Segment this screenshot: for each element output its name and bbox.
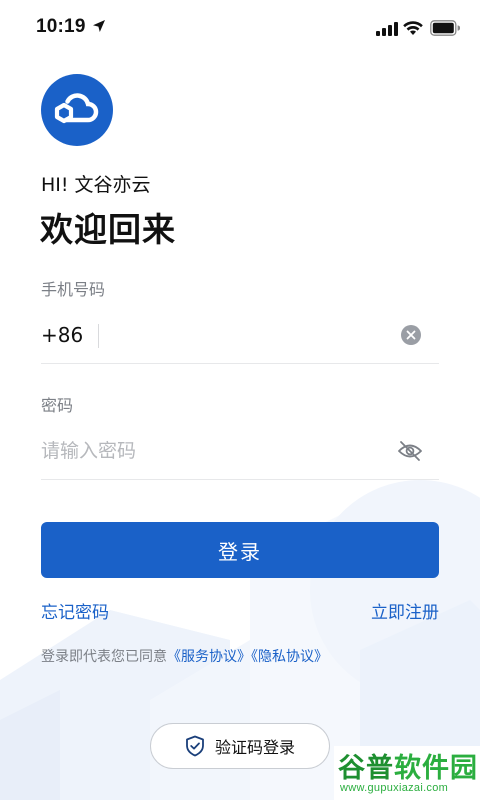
phone-label: 手机号码: [41, 280, 106, 299]
page-title: 欢迎回来: [40, 210, 176, 249]
service-agreement-link[interactable]: 《服务协议》: [167, 649, 251, 665]
agreement-prefix: 登录即代表您已同意: [41, 649, 167, 665]
password-field: [41, 428, 439, 480]
password-label: 密码: [41, 396, 74, 415]
login-screen: 10:19 HI! 文谷亦云 欢迎回来 手机号码 +86 密码 登录 忘记密码 …: [0, 0, 480, 800]
cloud-hexagon-logo-icon: [54, 93, 99, 124]
status-time: 10:19: [36, 16, 86, 37]
signal-icon: [376, 22, 398, 36]
location-arrow-icon: [93, 20, 105, 32]
country-code-selector[interactable]: +86: [41, 323, 83, 347]
phone-field: +86: [41, 312, 439, 364]
battery-icon: [430, 20, 460, 36]
app-logo: [41, 74, 113, 146]
status-bar: 10:19: [0, 0, 480, 56]
greeting-text: HI! 文谷亦云: [41, 174, 151, 196]
password-input[interactable]: [41, 434, 371, 468]
login-content: HI! 文谷亦云 欢迎回来 手机号码 +86 密码 登录 忘记密码 立即注册 登…: [0, 0, 480, 800]
phone-input[interactable]: [111, 318, 391, 352]
wifi-icon: [403, 21, 423, 35]
register-link[interactable]: 立即注册: [371, 598, 439, 623]
watermark-brand: 谷普软件园: [338, 753, 478, 784]
eye-off-icon[interactable]: [397, 440, 423, 462]
forgot-password-link[interactable]: 忘记密码: [41, 598, 109, 623]
shield-check-icon: [186, 735, 204, 757]
divider: [98, 324, 99, 348]
clear-icon[interactable]: [401, 325, 421, 345]
login-button[interactable]: 登录: [41, 522, 439, 578]
verification-code-login-button[interactable]: 验证码登录: [150, 723, 330, 769]
agreement-text: 登录即代表您已同意《服务协议》《隐私协议》: [41, 646, 328, 666]
privacy-agreement-link[interactable]: 《隐私协议》: [251, 649, 328, 665]
watermark-url: www.gupuxiazai.com: [340, 782, 449, 794]
watermark: 谷普软件园 www.gupuxiazai.com: [334, 746, 480, 800]
verification-code-login-label: 验证码登录: [214, 738, 295, 757]
